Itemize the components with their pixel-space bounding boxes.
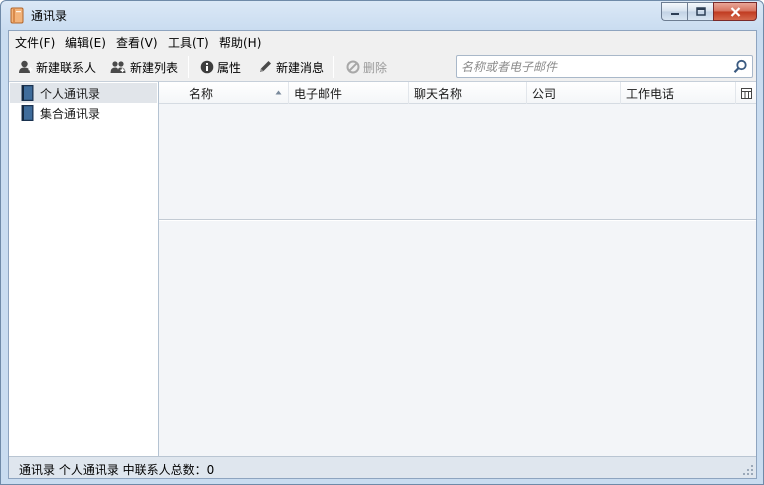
menu-file[interactable]: 文件(F) (15, 34, 55, 51)
tree-item-personal-address-book[interactable]: 个人通讯录 (10, 83, 157, 103)
menu-edit[interactable]: 编辑(E) (65, 34, 106, 51)
delete-label: 删除 (363, 60, 388, 75)
close-button[interactable] (713, 2, 757, 21)
pane-splitter[interactable] (159, 219, 756, 221)
maximize-icon (695, 7, 706, 16)
window-controls (661, 2, 757, 21)
sort-ascending-icon (275, 90, 282, 95)
column-header-label: 工作电话 (626, 86, 675, 101)
menu-help[interactable]: 帮助(H) (219, 34, 261, 51)
menu-view[interactable]: 查看(V) (116, 34, 158, 51)
new-contact-button[interactable]: 新建联系人 (18, 57, 96, 77)
pencil-icon (260, 61, 271, 72)
column-header-label: 电子邮件 (294, 86, 343, 101)
client-area: 文件(F) 编辑(E) 查看(V) 工具(T) 帮助(H) 新建联系人 新建列表… (8, 30, 757, 479)
resize-grip-icon[interactable] (742, 464, 754, 476)
address-book-icon (10, 7, 24, 24)
toolbar-separator (188, 56, 189, 78)
toolbar: 新建联系人 新建列表 属性 新建消息 删除 名称或者电子邮件 (9, 53, 756, 81)
column-picker-icon (740, 87, 752, 99)
column-headers: 名称 电子邮件 聊天名称 公司 工作电话 (159, 82, 756, 104)
column-header-name[interactable]: 名称 (159, 82, 289, 104)
search-box (456, 55, 753, 78)
status-text: 通讯录 个人通讯录 中联系人总数：0 (19, 463, 215, 477)
search-input[interactable] (461, 58, 729, 75)
delete-button[interactable]: 删除 (346, 57, 387, 77)
tree-item-collected-address-book[interactable]: 集合通讯录 (10, 103, 157, 123)
properties-label: 属性 (217, 60, 242, 75)
contact-preview-pane (159, 222, 756, 457)
info-icon (200, 60, 214, 74)
menu-bar: 文件(F) 编辑(E) 查看(V) 工具(T) 帮助(H) (9, 31, 756, 53)
close-icon (730, 6, 740, 17)
toolbar-separator (333, 56, 334, 78)
column-header-label: 公司 (532, 86, 557, 101)
column-header-chat-name[interactable]: 聊天名称 (409, 82, 527, 104)
group-add-icon (110, 61, 126, 73)
column-header-email[interactable]: 电子邮件 (289, 82, 409, 104)
minimize-button[interactable] (661, 2, 687, 21)
book-icon (21, 105, 34, 121)
tree-item-label: 个人通讯录 (40, 86, 101, 101)
tree-item-label: 集合通讯录 (40, 106, 101, 121)
person-add-icon (19, 60, 33, 73)
column-header-label: 名称 (189, 86, 214, 101)
column-header-label: 聊天名称 (414, 86, 463, 101)
contacts-list[interactable] (159, 104, 756, 219)
new-list-label: 新建列表 (130, 60, 179, 75)
address-book-window: 通讯录 文件(F) 编辑(E) 查看(V) 工具(T) 帮助(H) 新建联系人 … (0, 0, 764, 485)
maximize-button[interactable] (687, 2, 713, 21)
delete-icon (346, 60, 360, 74)
status-bar: 通讯录 个人通讯录 中联系人总数：0 (9, 456, 756, 478)
menu-tools[interactable]: 工具(T) (168, 34, 209, 51)
new-message-label: 新建消息 (276, 60, 325, 75)
title-bar[interactable]: 通讯录 (1, 1, 763, 29)
column-header-work-phone[interactable]: 工作电话 (621, 82, 736, 104)
column-header-company[interactable]: 公司 (527, 82, 621, 104)
properties-button[interactable]: 属性 (200, 57, 241, 77)
book-icon (21, 85, 34, 101)
address-book-tree: 个人通讯录 集合通讯录 (9, 81, 159, 456)
search-icon[interactable] (733, 59, 748, 74)
new-list-button[interactable]: 新建列表 (110, 57, 178, 77)
new-contact-label: 新建联系人 (36, 60, 97, 75)
minimize-icon (670, 12, 679, 15)
contacts-pane: 名称 电子邮件 聊天名称 公司 工作电话 (159, 81, 756, 457)
new-message-button[interactable]: 新建消息 (258, 57, 324, 77)
column-picker-button[interactable] (736, 82, 756, 104)
window-title: 通讯录 (31, 9, 68, 23)
